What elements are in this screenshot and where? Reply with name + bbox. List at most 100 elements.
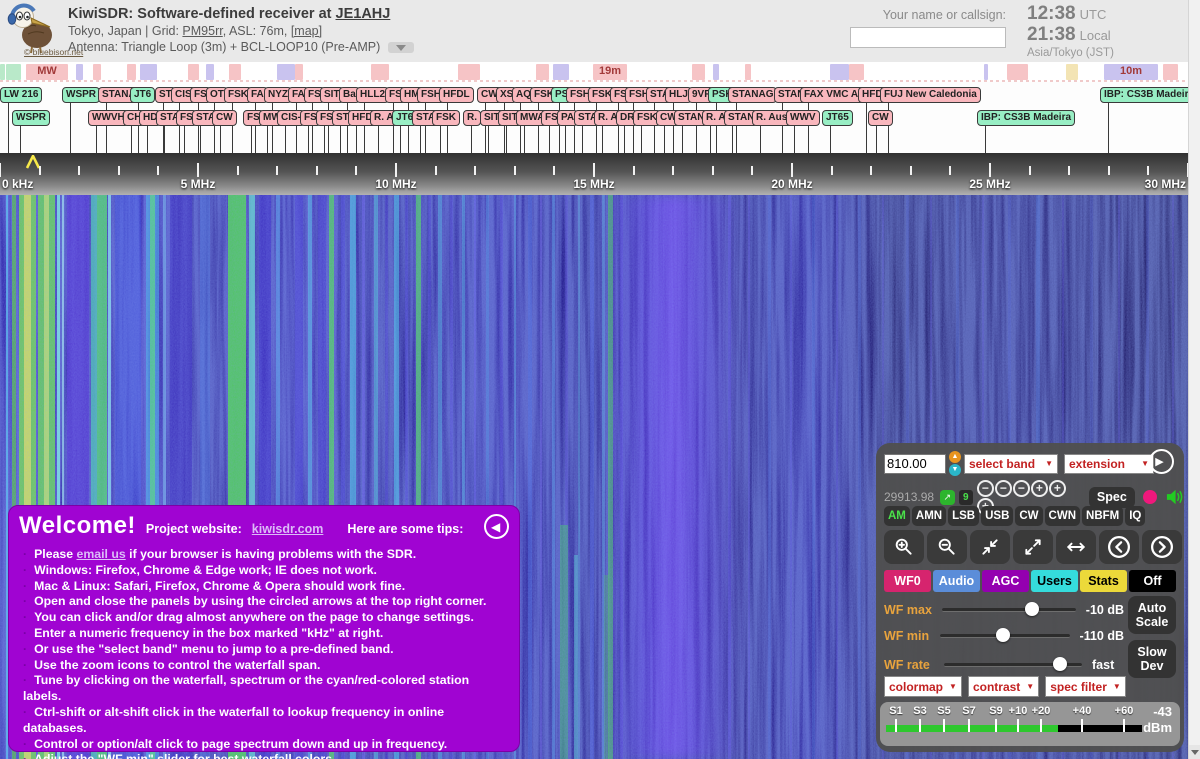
magnify-minus-button[interactable] bbox=[927, 530, 967, 564]
page-left-button[interactable] bbox=[1099, 530, 1139, 564]
welcome-tip: Adjust the "WF min" slider for best wate… bbox=[23, 752, 509, 759]
colormap-dropdown[interactable]: colormap ▼ bbox=[884, 676, 962, 697]
grid-link[interactable]: PM95rr bbox=[182, 24, 222, 38]
arrows-in-button[interactable] bbox=[970, 530, 1010, 564]
station-label[interactable]: IBP: CS3B Madeira bbox=[1100, 87, 1199, 153]
welcome-link[interactable]: email us bbox=[77, 547, 126, 561]
band-strip bbox=[536, 64, 549, 80]
magenta-dot-button[interactable] bbox=[1142, 490, 1157, 504]
label-connector-line bbox=[400, 126, 401, 153]
callsign-input[interactable] bbox=[850, 27, 1006, 48]
mode-button-lsb[interactable]: LSB bbox=[948, 506, 980, 526]
station-label[interactable]: R. bbox=[463, 110, 481, 153]
arrows-out-button[interactable] bbox=[1013, 530, 1053, 564]
tab-off[interactable]: Off bbox=[1129, 570, 1176, 592]
utc-time: 12:38 bbox=[1027, 3, 1076, 24]
s-meter-tick bbox=[1123, 719, 1125, 732]
link-arrow-icon: ↗ bbox=[943, 491, 952, 502]
scrollbar-down-button[interactable] bbox=[1189, 745, 1200, 759]
spec-button[interactable]: Spec bbox=[1088, 486, 1135, 508]
label-connector-line bbox=[602, 126, 603, 153]
arrows-max-button[interactable] bbox=[1056, 530, 1096, 564]
station-label[interactable]: FUJ New Caledonia bbox=[880, 87, 981, 153]
header-collapse-button[interactable] bbox=[388, 42, 415, 54]
scale-tick bbox=[78, 166, 81, 175]
callsign-link[interactable]: JE1AHJ bbox=[336, 6, 391, 22]
station-label[interactable]: STANAG bbox=[728, 87, 778, 153]
slider-track[interactable] bbox=[942, 602, 1076, 616]
link-button[interactable]: ↗ bbox=[940, 489, 955, 505]
frequency-down-button[interactable]: ▼ bbox=[949, 464, 961, 476]
band-strip bbox=[0, 64, 5, 80]
minus-circle-button[interactable]: − bbox=[1012, 480, 1030, 497]
mode-button-amn[interactable]: AMN bbox=[911, 506, 947, 526]
station-label[interactable]: JT65 bbox=[822, 110, 853, 153]
slider-knob[interactable] bbox=[996, 628, 1011, 642]
magnify-plus-button[interactable] bbox=[884, 530, 924, 564]
slider-track[interactable] bbox=[944, 657, 1082, 671]
map-link[interactable]: [map] bbox=[291, 24, 322, 38]
station-label[interactable]: IBP: CS3B Madeira bbox=[977, 110, 1076, 153]
tab-agc[interactable]: AGC bbox=[982, 570, 1029, 592]
station-label[interactable]: WSPR bbox=[62, 87, 100, 153]
speaker-icon[interactable] bbox=[1165, 488, 1184, 506]
slider-knob[interactable] bbox=[1053, 657, 1067, 671]
tip-text: Windows: Firefox, Chrome & Edge work; IE… bbox=[34, 562, 377, 577]
tab-audio[interactable]: Audio bbox=[933, 570, 980, 592]
slider-track[interactable] bbox=[940, 628, 1070, 642]
minus-circle-button[interactable]: − bbox=[994, 480, 1012, 497]
s-meter-tick-label: S7 bbox=[962, 705, 976, 717]
frequency-up-button[interactable]: ▲ bbox=[949, 451, 961, 463]
station-label[interactable]: CW bbox=[212, 110, 237, 153]
station-label[interactable]: WSPR bbox=[12, 110, 50, 153]
contrast-dropdown[interactable]: contrast ▼ bbox=[967, 676, 1040, 697]
tab-wf0[interactable]: WF0 bbox=[884, 570, 931, 592]
tip-text: Mac & Linux: Safari, Firefox, Chrome & O… bbox=[34, 578, 406, 593]
frequency-input[interactable] bbox=[884, 453, 946, 474]
extension-dropdown[interactable]: extension ▼ bbox=[1064, 453, 1154, 474]
spec-filter-dropdown[interactable]: spec filter ▼ bbox=[1045, 676, 1126, 697]
station-label[interactable]: WWV bbox=[786, 110, 820, 153]
mode-button-iq[interactable]: IQ bbox=[1125, 506, 1146, 526]
station-label[interactable]: HFDL bbox=[439, 87, 474, 153]
kiwisdr-link[interactable]: kiwisdr.com bbox=[252, 522, 324, 536]
panel-tabs-row: WF0 Audio AGC Users Stats Off bbox=[884, 570, 1176, 592]
plus-circle-button[interactable]: + bbox=[1048, 480, 1066, 497]
utc-label: UTC bbox=[1079, 7, 1107, 22]
plus-circle-button[interactable]: + bbox=[1030, 480, 1048, 497]
scale-tick bbox=[1068, 166, 1071, 175]
scale-label: 30 MHz bbox=[1144, 177, 1186, 191]
slow-dev-button[interactable]: Slow Dev bbox=[1128, 640, 1176, 678]
mode-buttons-row: AM AMN LSB USB CW CWN NBFM IQ bbox=[884, 506, 1146, 526]
welcome-collapse-button[interactable]: ◀ bbox=[484, 514, 509, 539]
station-label[interactable]: FSK bbox=[432, 110, 460, 153]
welcome-tip: Ctrl-shift or alt-shift click in the wat… bbox=[23, 705, 509, 737]
mode-button-nbfm[interactable]: NBFM bbox=[1082, 506, 1124, 526]
band-strip-label: 10m bbox=[1119, 65, 1143, 77]
station-label[interactable]: CW bbox=[868, 110, 893, 153]
slider-knob[interactable] bbox=[1025, 602, 1040, 616]
station-label[interactable]: JT6 bbox=[130, 87, 156, 153]
scale-tick bbox=[117, 166, 120, 175]
scrollbar[interactable] bbox=[1188, 0, 1200, 759]
label-connector-line bbox=[378, 126, 379, 153]
mode-button-am[interactable]: AM bbox=[884, 506, 910, 526]
auto-scale-button[interactable]: Auto Scale bbox=[1128, 596, 1176, 634]
page-right-button[interactable] bbox=[1142, 530, 1182, 564]
station-label[interactable]: LW 216 bbox=[0, 87, 43, 153]
panel-collapse-button[interactable]: ▶ bbox=[1149, 449, 1174, 474]
scale-tick bbox=[830, 166, 833, 175]
frequency-scale[interactable]: 0 kHz 5 MHz 10 MHz 15 MHz 20 MHz 25 MHz 30 MHz bbox=[0, 153, 1189, 195]
mode-button-cw[interactable]: CW bbox=[1015, 506, 1043, 526]
band-strip bbox=[984, 64, 988, 80]
scale-tick bbox=[1147, 166, 1150, 175]
band-strip bbox=[371, 64, 389, 80]
tab-stats[interactable]: Stats bbox=[1080, 570, 1127, 592]
tab-users[interactable]: Users bbox=[1031, 570, 1078, 592]
s-meter-tick-label: S1 bbox=[889, 705, 903, 717]
label-connector-line bbox=[488, 126, 489, 153]
mode-button-usb[interactable]: USB bbox=[981, 506, 1014, 526]
minus-circle-button[interactable]: − bbox=[976, 480, 994, 497]
mode-button-cwn[interactable]: CWN bbox=[1044, 506, 1081, 526]
select-band-dropdown[interactable]: select band ▼ bbox=[964, 453, 1058, 474]
